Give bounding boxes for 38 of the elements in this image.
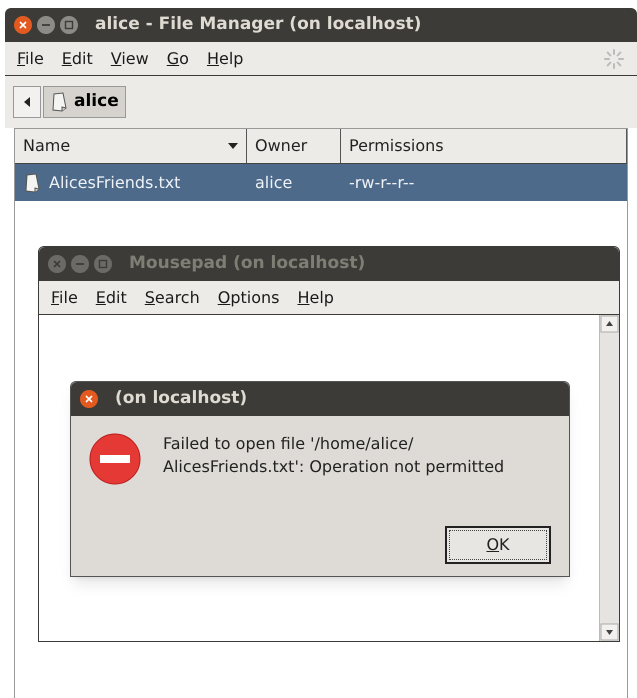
menu-item[interactable]: View	[110, 46, 149, 70]
back-button[interactable]	[13, 86, 41, 118]
column-header[interactable]: Owner	[247, 129, 341, 163]
left-arrow-icon	[24, 97, 30, 107]
window-title: alice - File Manager (on localhost)	[95, 13, 422, 36]
menu-item[interactable]: Help	[206, 46, 244, 70]
file-row[interactable]: AlicesFriends.txt alice -rw-r--r--	[15, 164, 627, 201]
window-title: Mousepad (on localhost)	[129, 252, 366, 276]
ok-button[interactable]: OK	[445, 526, 551, 564]
close-icon[interactable]	[13, 15, 33, 35]
file-name: AlicesFriends.txt	[49, 172, 180, 194]
scroll-down-icon[interactable]	[600, 623, 619, 641]
scrollbar[interactable]	[599, 315, 619, 641]
menu-item[interactable]: Search	[144, 286, 200, 310]
path-button[interactable]: alice	[43, 86, 126, 118]
spinner-icon	[603, 48, 625, 70]
minimize-icon[interactable]	[70, 254, 90, 274]
error-message: Failed to open file '/home/alice/ AlicesFriends.txt': Operation not permitted	[163, 433, 504, 478]
column-header[interactable]: Name	[15, 129, 247, 163]
close-icon[interactable]	[79, 389, 99, 409]
column-header[interactable]: Permissions	[341, 129, 627, 163]
menu-item[interactable]: File	[51, 286, 78, 310]
menu-item[interactable]: Go	[166, 46, 189, 70]
menu-item[interactable]: Edit	[62, 46, 93, 70]
maximize-icon[interactable]	[59, 15, 79, 35]
file-permissions: -rw-r--r--	[349, 172, 414, 192]
menu-item[interactable]: File	[17, 46, 44, 70]
scroll-up-icon[interactable]	[600, 315, 619, 333]
file-icon	[23, 172, 41, 192]
file-owner: alice	[255, 172, 292, 192]
menu-item[interactable]: Options	[218, 286, 280, 310]
file-icon	[50, 92, 68, 112]
window-title: (on localhost)	[115, 387, 248, 410]
menu-item[interactable]: Edit	[96, 286, 127, 310]
sort-arrow-icon	[228, 143, 238, 149]
error-icon	[89, 432, 143, 486]
menu-item[interactable]: Help	[297, 286, 334, 310]
maximize-icon[interactable]	[93, 254, 113, 274]
